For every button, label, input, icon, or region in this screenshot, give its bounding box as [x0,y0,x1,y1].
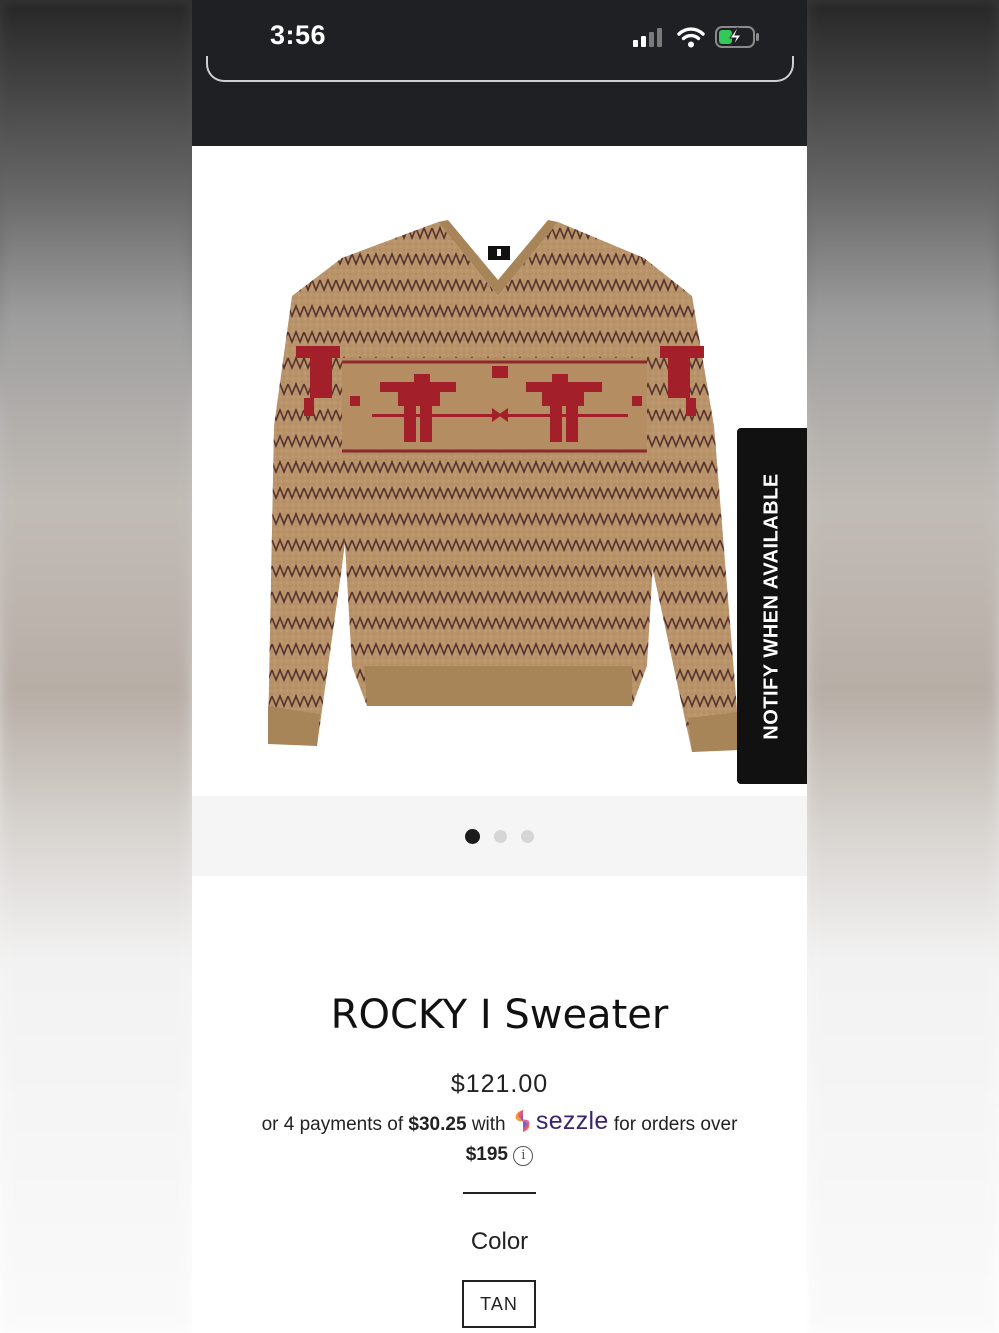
product-price: $121.00 [450,1070,549,1098]
color-option-label: TAN [480,1293,518,1314]
product-title: ROCKY I Sweater [330,992,669,1038]
site-header [192,56,807,146]
installment-prefix: or 4 payments of [261,1114,404,1135]
carousel-dot-3[interactable] [521,829,534,843]
status-time: 3:56 [270,20,327,50]
info-icon[interactable]: i [513,1146,534,1166]
battery-charging-icon [715,26,759,48]
product-info: ROCKY I Sweater $121.00 or 4 payments of… [192,876,807,1333]
sezzle-icon [515,1110,530,1132]
blurred-background-left [0,0,192,1333]
wifi-icon [677,27,705,48]
phone-screen: 3:56 NOTIFY WHEN AVAILABLE ROCKY I Sweat… [192,0,807,1333]
installment-with: with [471,1114,506,1135]
status-icons [633,24,761,50]
sezzle-logo[interactable]: sezzle [511,1106,609,1136]
notify-label: NOTIFY WHEN AVAILABLE [760,472,783,740]
image-carousel-dots [192,796,807,876]
section-divider [463,1192,536,1194]
cellular-signal-icon [633,28,662,47]
color-label: Color [470,1228,529,1255]
installment-message: or 4 payments of $30.25 with sezzle for … [232,1106,767,1170]
carousel-dot-1[interactable] [465,828,480,844]
notify-when-available-button[interactable]: NOTIFY WHEN AVAILABLE [737,428,807,784]
carousel-dot-2[interactable] [494,829,507,843]
sweater-image [268,220,740,752]
color-option-tan[interactable]: TAN [462,1280,536,1328]
product-image[interactable]: NOTIFY WHEN AVAILABLE [192,146,807,796]
blurred-background-right [807,0,999,1333]
sezzle-wordmark: sezzle [535,1107,609,1135]
installment-suffix: for orders over [613,1114,738,1135]
search-field-edge[interactable] [206,56,794,82]
installment-amount: $30.25 [408,1114,467,1135]
installment-threshold: $195 [465,1144,508,1165]
